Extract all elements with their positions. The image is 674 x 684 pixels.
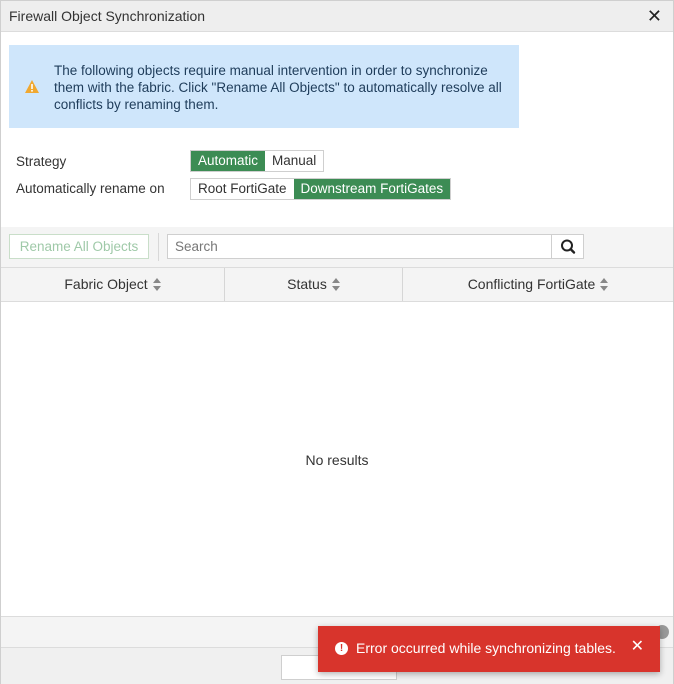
rename-on-option-root[interactable]: Root FortiGate — [191, 179, 294, 199]
warning-triangle-icon — [25, 80, 39, 93]
warning-text: The following objects require manual int… — [54, 63, 502, 112]
sort-icon — [600, 277, 609, 291]
search-input[interactable] — [168, 235, 552, 258]
column-header-label: Conflicting FortiGate — [467, 276, 596, 292]
table-toolbar: Rename All Objects — [1, 227, 673, 267]
firewall-object-sync-dialog: Firewall Object Synchronization ✕ The fo… — [0, 0, 674, 684]
table-body: No results — [1, 302, 673, 616]
strategy-option-automatic[interactable]: Automatic — [191, 151, 266, 171]
column-header-label: Fabric Object — [64, 276, 148, 292]
warning-banner: The following objects require manual int… — [9, 45, 519, 128]
toast-close-icon[interactable]: ✕ — [631, 638, 644, 656]
rename-on-option-downstream[interactable]: Downstream FortiGates — [293, 179, 451, 199]
sort-icon — [152, 277, 161, 291]
search-box — [167, 234, 584, 259]
dialog-titlebar: Firewall Object Synchronization ✕ — [1, 1, 673, 32]
column-header-conflicting-fortigate[interactable]: Conflicting FortiGate — [403, 268, 673, 301]
error-toast: ! Error occurred while synchronizing tab… — [318, 626, 660, 672]
toast-message: Error occurred while synchronizing table… — [356, 640, 616, 656]
column-header-fabric-object[interactable]: Fabric Object — [1, 268, 225, 301]
column-header-status[interactable]: Status — [225, 268, 403, 301]
table-header: Fabric Object Status Conflicting FortiGa… — [1, 267, 673, 302]
rename-on-toggle: Root FortiGate Downstream FortiGates — [190, 178, 452, 200]
toolbar-divider — [158, 233, 159, 261]
strategy-label: Strategy — [16, 154, 67, 169]
rename-on-label: Automatically rename on — [16, 181, 165, 196]
strategy-toggle: Automatic Manual — [190, 150, 325, 172]
column-header-label: Status — [287, 276, 327, 292]
search-icon — [561, 239, 576, 254]
strategy-option-manual[interactable]: Manual — [265, 151, 324, 171]
error-icon: ! — [335, 642, 348, 655]
dialog-title: Firewall Object Synchronization — [9, 8, 206, 24]
search-button[interactable] — [551, 235, 583, 258]
close-icon[interactable]: ✕ — [647, 6, 662, 26]
rename-all-objects-button[interactable]: Rename All Objects — [9, 234, 149, 259]
sort-icon — [331, 277, 340, 291]
no-results-text: No results — [305, 452, 369, 468]
